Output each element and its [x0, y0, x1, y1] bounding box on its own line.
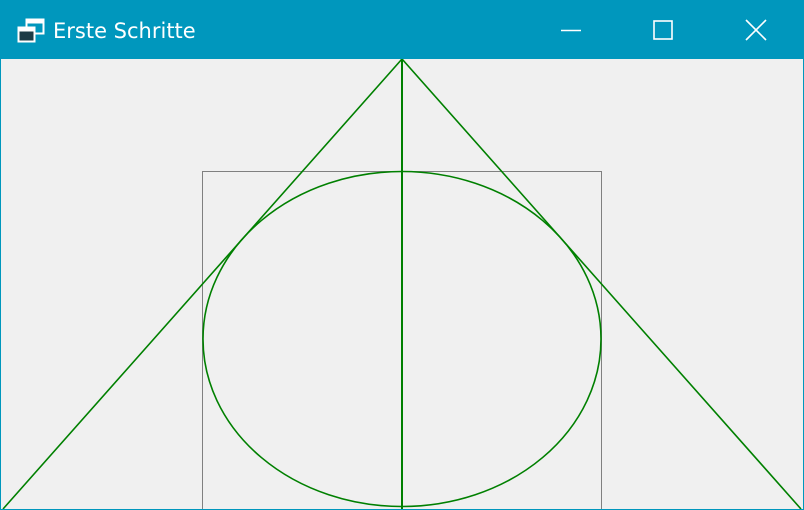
maximize-button[interactable] — [617, 1, 709, 59]
drawing-surface — [2, 59, 802, 509]
minimize-button[interactable] — [525, 1, 617, 59]
app-window: Erste Schritte — [0, 0, 804, 510]
app-window-icon[interactable] — [17, 18, 45, 44]
title-bar[interactable]: Erste Schritte — [1, 1, 803, 59]
window-title: Erste Schritte — [53, 19, 196, 43]
drawing-canvas — [1, 59, 803, 509]
close-button[interactable] — [709, 1, 803, 59]
minimize-icon — [560, 19, 582, 41]
maximize-icon — [652, 19, 674, 41]
close-icon — [745, 19, 767, 41]
